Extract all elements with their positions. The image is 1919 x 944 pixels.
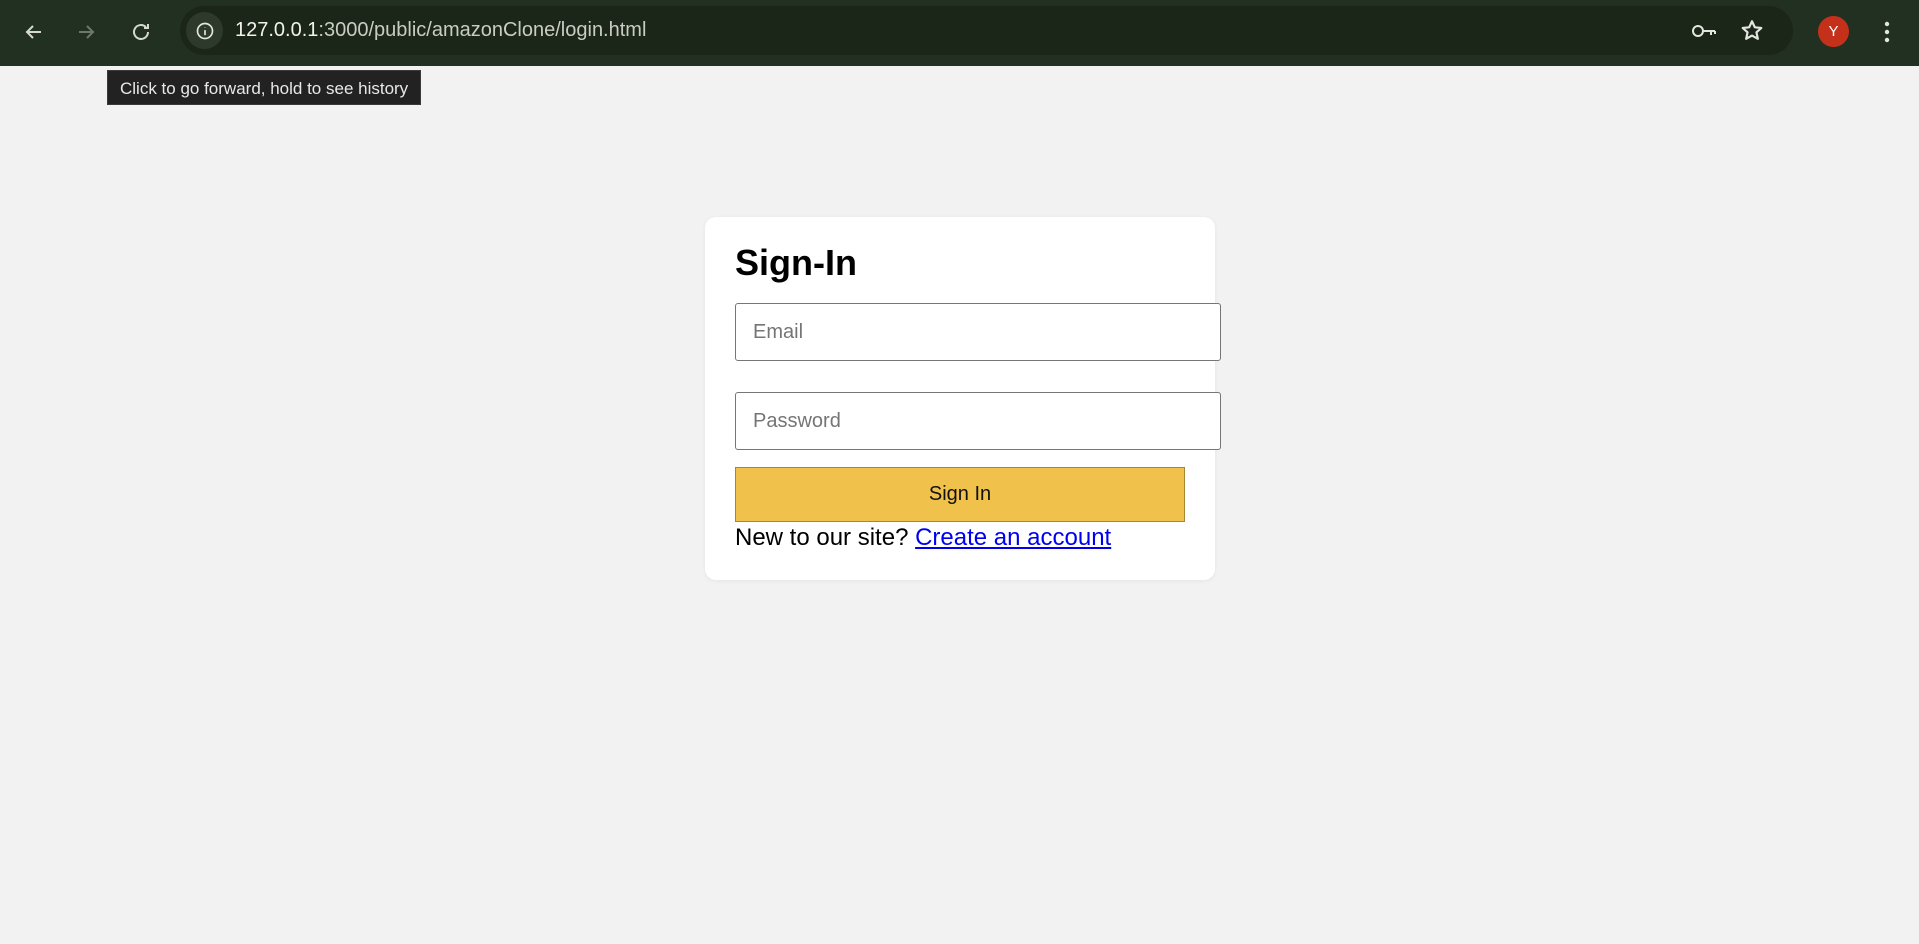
forward-button[interactable]	[64, 10, 108, 54]
info-circle-icon	[196, 22, 213, 39]
arrow-right-icon	[79, 25, 95, 39]
signin-title: Sign-In	[735, 242, 857, 283]
url-text[interactable]: 127.0.0.1:3000/public/amazonClone/login.…	[235, 19, 646, 42]
url-host: 127.0.0.1	[235, 19, 319, 41]
back-button[interactable]	[12, 10, 56, 54]
profile-avatar[interactable]: Y	[1818, 16, 1849, 47]
browser-menu-button[interactable]	[1872, 14, 1902, 50]
create-account-link[interactable]: Create an account	[915, 524, 1111, 551]
profile-initial: Y	[1828, 23, 1839, 40]
password-field[interactable]	[735, 392, 1221, 450]
site-info-button[interactable]	[186, 12, 223, 49]
forward-tooltip: Click to go forward, hold to see history	[107, 70, 422, 105]
star-icon	[1741, 20, 1763, 40]
signin-card: Sign-In Sign In New to our site? Create …	[705, 217, 1221, 580]
address-bar[interactable]: 127.0.0.1:3000/public/amazonClone/login.…	[180, 6, 1793, 55]
reload-button[interactable]	[119, 10, 163, 54]
arrow-left-icon	[25, 25, 41, 39]
new-user-prompt: New to our site? Create an account	[735, 522, 1111, 553]
signin-button[interactable]: Sign In	[735, 467, 1185, 522]
key-icon	[1692, 25, 1716, 37]
kebab-menu-icon	[1884, 21, 1890, 43]
new-user-text: New to our site?	[735, 524, 909, 551]
email-field[interactable]	[735, 303, 1221, 361]
url-path: :3000/public/amazonClone/login.html	[318, 19, 647, 41]
bookmark-button[interactable]	[1737, 16, 1767, 46]
browser-toolbar: 127.0.0.1:3000/public/amazonClone/login.…	[0, 0, 1919, 66]
reload-icon	[133, 24, 149, 40]
password-manager-button[interactable]	[1689, 16, 1719, 46]
